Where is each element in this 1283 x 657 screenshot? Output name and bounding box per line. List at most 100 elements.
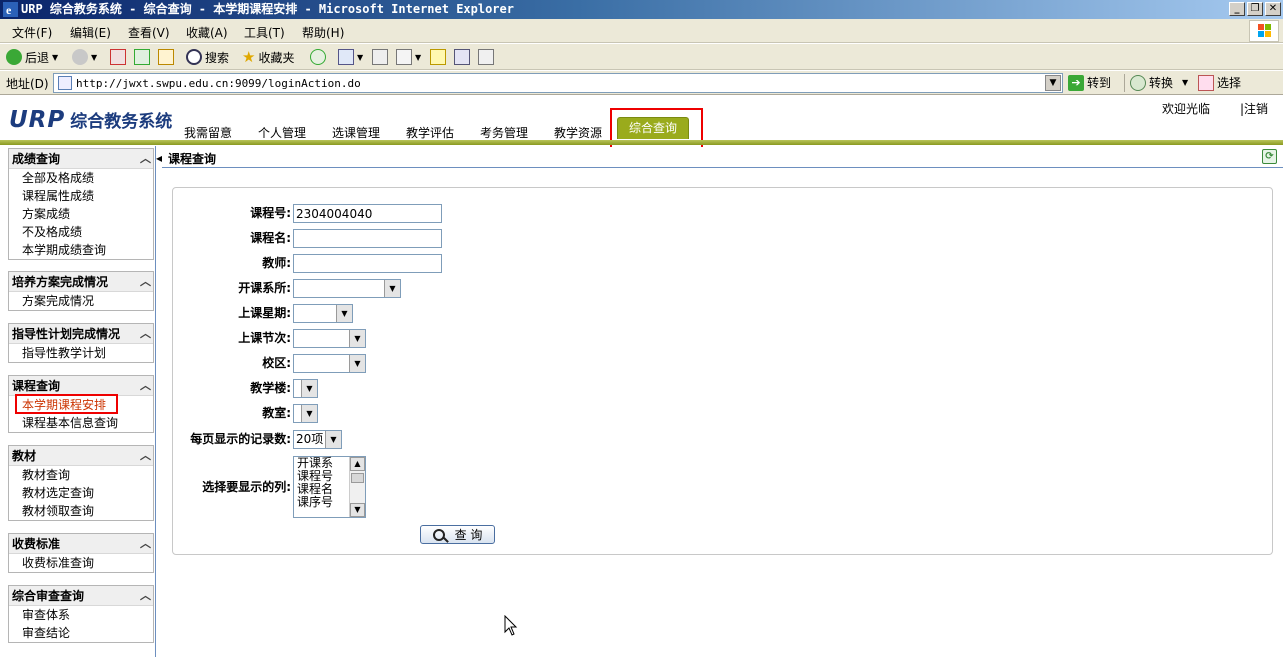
chevron-down-icon: ▼ <box>52 52 59 62</box>
sidebar-item-plan-grades[interactable]: 方案成绩 <box>9 205 153 223</box>
chevron-down-icon[interactable]: ▼ <box>1045 75 1061 91</box>
sidebar-item-failed-grades[interactable]: 不及格成绩 <box>9 223 153 241</box>
sidebar-group-header[interactable]: 指导性计划完成情况 ︿ <box>9 324 153 344</box>
sidebar-item-review-system[interactable]: 审查体系 <box>9 606 153 624</box>
chevron-down-icon[interactable]: ▼ <box>350 503 365 517</box>
chevron-up-icon[interactable]: ︿ <box>140 586 151 606</box>
nav-underline <box>0 140 1283 145</box>
main-title-bar: 课程查询 ⟳ <box>162 147 1283 168</box>
favorites-button[interactable]: ★ 收藏夹 <box>242 47 294 67</box>
star-icon: ★ <box>242 48 256 66</box>
menu-file[interactable]: 文件(F) <box>12 24 52 41</box>
discuss-button[interactable] <box>430 47 446 67</box>
sidebar-item-teaching-plan[interactable]: 指导性教学计划 <box>9 344 153 362</box>
campus-label: 校区: <box>262 356 291 370</box>
chevron-down-icon: ▼ <box>301 405 317 422</box>
address-input[interactable] <box>76 77 1036 90</box>
stop-button[interactable] <box>110 47 126 67</box>
chevron-down-icon: ▼ <box>349 355 365 372</box>
chevron-down-icon: ▼ <box>1182 78 1189 87</box>
chevron-up-icon[interactable]: ▲ <box>350 457 365 471</box>
room-label: 教室: <box>262 406 291 420</box>
chevron-up-icon[interactable]: ︿ <box>140 272 151 292</box>
research-button[interactable] <box>478 47 494 67</box>
sidebar-item-all-passed[interactable]: 全部及格成绩 <box>9 169 153 187</box>
sidebar-group-header[interactable]: 培养方案完成情况 ︿ <box>9 272 153 292</box>
nav-tab-exams[interactable]: 考务管理 <box>480 124 528 141</box>
chevron-up-icon[interactable]: ︿ <box>140 446 151 466</box>
select-button[interactable]: 选择 <box>1198 74 1241 91</box>
back-button[interactable]: 后退 ▼ <box>6 47 58 67</box>
forward-button[interactable]: ▼ <box>72 47 97 67</box>
home-button[interactable] <box>158 47 174 67</box>
sidebar-item-program-status[interactable]: 方案完成情况 <box>9 292 153 310</box>
sidebar-item-textbook-query[interactable]: 教材查询 <box>9 466 153 484</box>
columns-listbox[interactable]: 开课系 课程号 课程名 课序号 ▲ ▼ <box>293 456 366 518</box>
chevron-down-icon: ▼ <box>384 280 400 297</box>
nav-tab-evaluation[interactable]: 教学评估 <box>406 124 454 141</box>
edit-page-icon <box>396 49 412 65</box>
search-icon <box>186 49 202 65</box>
address-field[interactable]: ▼ <box>53 73 1063 93</box>
chevron-up-icon[interactable]: ︿ <box>140 534 151 554</box>
sidebar-item-textbook-selected[interactable]: 教材选定查询 <box>9 484 153 502</box>
ie-toolbar: 后退 ▼ ▼ 搜索 ★ 收藏夹 ▼ ▼ <box>0 44 1283 70</box>
teacher-input[interactable] <box>293 254 442 273</box>
building-select[interactable]: ▼ <box>293 379 318 398</box>
sidebar-item-term-grades[interactable]: 本学期成绩查询 <box>9 241 153 259</box>
sidebar-item-fee-standard[interactable]: 收费标准查询 <box>9 554 153 572</box>
sidebar-group-header[interactable]: 综合审查查询 ︿ <box>9 586 153 606</box>
course-no-input[interactable] <box>293 204 442 223</box>
chevron-up-icon[interactable]: ︿ <box>140 149 151 169</box>
messenger-button[interactable] <box>454 47 470 67</box>
course-no-label: 课程号: <box>250 206 291 220</box>
close-button[interactable]: ✕ <box>1265 2 1281 16</box>
sidebar-item-review-result[interactable]: 审查结论 <box>9 624 153 642</box>
period-select[interactable]: ▼ <box>293 329 366 348</box>
sidebar-item-course-attr-grades[interactable]: 课程属性成绩 <box>9 187 153 205</box>
sidebar-group-header[interactable]: 成绩查询 ︿ <box>9 149 153 169</box>
menu-view[interactable]: 查看(V) <box>128 24 170 41</box>
campus-select[interactable]: ▼ <box>293 354 366 373</box>
search-button[interactable]: 搜索 <box>186 47 229 67</box>
chevron-up-icon[interactable]: ︿ <box>140 324 151 344</box>
menu-help[interactable]: 帮助(H) <box>302 24 344 41</box>
sidebar-group-header[interactable]: 收费标准 ︿ <box>9 534 153 554</box>
nav-tab-resources[interactable]: 教学资源 <box>554 124 602 141</box>
dept-select[interactable]: ▼ <box>293 279 401 298</box>
sidebar-item-textbook-received[interactable]: 教材领取查询 <box>9 502 153 520</box>
nav-tab-personal[interactable]: 个人管理 <box>258 124 306 141</box>
menu-edit[interactable]: 编辑(E) <box>70 24 111 41</box>
restore-button[interactable]: ❐ <box>1247 2 1263 16</box>
sidebar-group-header[interactable]: 课程查询 ︿ <box>9 376 153 396</box>
menu-favorites[interactable]: 收藏(A) <box>186 24 228 41</box>
menu-tools[interactable]: 工具(T) <box>244 24 285 41</box>
nav-tab-course-selection[interactable]: 选课管理 <box>332 124 380 141</box>
mail-icon <box>338 49 354 65</box>
sidebar-splitter[interactable]: ◀ <box>155 146 162 657</box>
history-button[interactable] <box>310 47 326 67</box>
chevron-up-icon[interactable]: ︿ <box>140 376 151 396</box>
refresh-icon[interactable]: ⟳ <box>1262 149 1277 164</box>
query-button[interactable]: 查 询 <box>420 525 495 544</box>
sidebar-group-fees: 收费标准 ︿ 收费标准查询 <box>8 533 154 573</box>
minimize-button[interactable]: _ <box>1229 2 1245 16</box>
mail-button[interactable]: ▼ <box>338 47 363 67</box>
room-select[interactable]: ▼ <box>293 404 318 423</box>
listbox-scrollbar[interactable]: ▲ ▼ <box>349 457 365 517</box>
logout-link[interactable]: |注销 <box>1240 100 1268 117</box>
sidebar-item-course-info[interactable]: 课程基本信息查询 <box>9 414 153 432</box>
edit-button[interactable]: ▼ <box>396 47 421 67</box>
course-name-input[interactable] <box>293 229 442 248</box>
chevron-down-icon: ▼ <box>336 305 352 322</box>
nav-tab-notice[interactable]: 我需留意 <box>184 124 232 141</box>
sidebar-group-header[interactable]: 教材 ︿ <box>9 446 153 466</box>
pagesize-select[interactable]: 20项 ▼ <box>293 430 342 449</box>
switch-button[interactable]: 转换 ▼ <box>1130 74 1188 91</box>
print-button[interactable] <box>372 47 388 67</box>
go-button[interactable]: ➔ 转到 <box>1068 74 1111 91</box>
refresh-button[interactable] <box>134 47 150 67</box>
scrollbar-thumb[interactable] <box>351 473 364 483</box>
weekday-select[interactable]: ▼ <box>293 304 353 323</box>
weekday-label: 上课星期: <box>238 306 291 320</box>
